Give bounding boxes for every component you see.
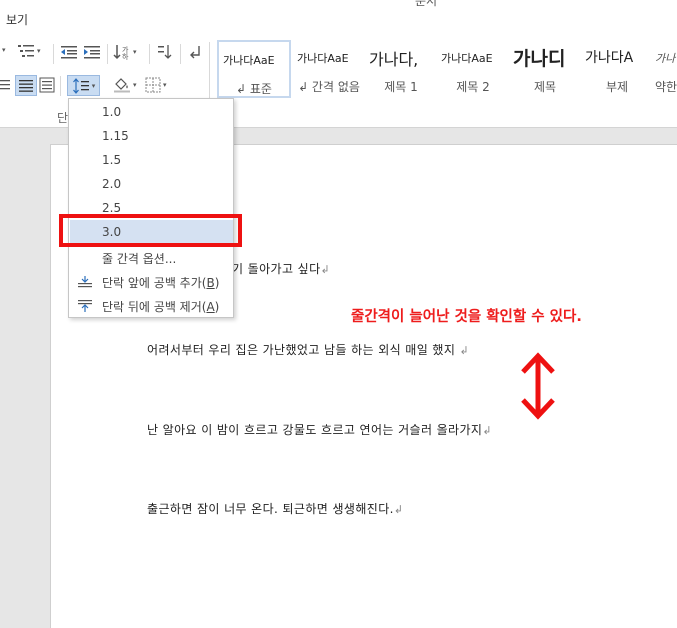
style-name: 제목 2 bbox=[456, 80, 490, 94]
ribbon-separator bbox=[180, 44, 181, 64]
paragraph-mark: ↲ bbox=[459, 344, 470, 357]
ribbon-separator bbox=[53, 44, 54, 64]
character-spacing-button[interactable] bbox=[156, 44, 174, 60]
show-marks-button[interactable] bbox=[188, 44, 202, 60]
menu-item-label: 단락 뒤에 공백 제거(A) bbox=[102, 299, 220, 314]
menu-item-spacing-2-0[interactable]: 2.0 bbox=[70, 172, 233, 196]
style-name: 제목 bbox=[533, 80, 557, 94]
document-line[interactable]: 난 알아요 이 밤이 흐르고 강물도 흐르고 연어는 거슬러 올라가지↲ bbox=[147, 421, 492, 438]
line-spacing-menu: 1.0 1.15 1.5 2.0 2.5 3.0 줄 간격 옵션... 단락 앞… bbox=[68, 98, 234, 318]
document-line[interactable]: 출근하면 잠이 너무 온다. 퇴근하면 생생해진다.↲ bbox=[147, 500, 404, 517]
svg-text:하: 하 bbox=[122, 52, 129, 60]
borders-icon bbox=[145, 77, 161, 93]
increase-indent-button[interactable] bbox=[83, 44, 101, 60]
distributed-align-icon bbox=[39, 77, 55, 93]
tab-view[interactable]: 보기 bbox=[6, 11, 28, 28]
ribbon-separator bbox=[60, 76, 61, 96]
style-subtitle[interactable]: 가나다A 부제 bbox=[581, 40, 653, 98]
style-name: 부제 bbox=[605, 80, 629, 94]
paragraph-mark: ↲ bbox=[482, 424, 492, 437]
document-line[interactable]: 어려서부터 우리 집은 가난했었고 남들 하는 외식 매일 했지 ↲ bbox=[147, 341, 469, 358]
align-center-button[interactable] bbox=[0, 78, 12, 92]
justify-button[interactable] bbox=[15, 75, 37, 96]
access-key: A bbox=[206, 299, 215, 314]
paragraph-mark: ↲ bbox=[393, 503, 404, 516]
menu-item-text: 단락 뒤에 공백 제거 bbox=[102, 299, 202, 314]
menu-item-label: 1.0 bbox=[102, 105, 122, 119]
line-spacing-icon bbox=[72, 77, 89, 94]
document-line-text: 난 알아요 이 밤이 흐르고 강물도 흐르고 연어는 거슬러 올라가지 bbox=[147, 423, 483, 437]
shading-button[interactable]: ▾ bbox=[113, 76, 137, 93]
paint-bucket-icon bbox=[114, 78, 130, 93]
menu-item-spacing-1-5[interactable]: 1.5 bbox=[70, 148, 233, 172]
style-name: 제목 1 bbox=[384, 80, 418, 94]
window-title: 문서 bbox=[415, 0, 438, 8]
paragraph-mark-icon bbox=[190, 46, 200, 59]
style-preview: 가나다AaE bbox=[441, 52, 493, 65]
decrease-indent-button[interactable] bbox=[60, 44, 78, 60]
menu-item-text: 단락 앞에 공백 추가 bbox=[102, 275, 202, 290]
borders-button[interactable]: ▾ bbox=[145, 77, 167, 93]
style-preview: 가나 bbox=[655, 52, 676, 65]
style-preview: 가나다A bbox=[585, 50, 634, 66]
style-preview: 가나다, bbox=[369, 50, 419, 69]
menu-item-add-space-before[interactable]: 단락 앞에 공백 추가(B) bbox=[70, 270, 233, 294]
menu-item-spacing-1-15[interactable]: 1.15 bbox=[70, 124, 233, 148]
menu-item-label: 줄 간격 옵션... bbox=[102, 251, 177, 266]
document-line-text: 기 돌아가고 싶다 bbox=[232, 262, 321, 276]
sort-button[interactable]: 가 하 ▾ bbox=[113, 44, 137, 60]
increase-indent-icon bbox=[84, 46, 100, 59]
menu-item-label: 1.15 bbox=[102, 129, 129, 143]
decrease-indent-icon bbox=[61, 46, 77, 59]
bullets-arrow-button[interactable]: ▾ bbox=[0, 46, 6, 54]
space-after-icon bbox=[78, 300, 92, 312]
ribbon-separator bbox=[149, 44, 150, 64]
menu-item-label: 2.0 bbox=[102, 177, 122, 191]
space-before-icon bbox=[78, 276, 92, 288]
distributed-button[interactable] bbox=[39, 77, 55, 93]
style-name: ↲ 간격 없음 bbox=[298, 80, 360, 94]
menu-item-spacing-1-0[interactable]: 1.0 bbox=[70, 100, 233, 124]
double-arrow-icon bbox=[521, 352, 555, 420]
menu-item-remove-space-after[interactable]: 단락 뒤에 공백 제거(A) bbox=[70, 294, 233, 318]
title-bar: 보기 문서 bbox=[0, 0, 677, 36]
document-line-text: 어려서부터 우리 집은 가난했었고 남들 하는 외식 매일 했지 bbox=[147, 343, 456, 357]
multilevel-list-icon bbox=[18, 45, 34, 57]
styles-gallery: 가나다AaE ↲ 표준 가나다AaE ↲ 간격 없음 가나다, 제목 1 가나다… bbox=[215, 40, 677, 100]
multilevel-list-button[interactable]: ▾ bbox=[17, 43, 41, 59]
style-preview: 가나다AaE bbox=[223, 54, 275, 67]
ribbon-separator bbox=[209, 42, 210, 100]
align-center-icon bbox=[0, 80, 10, 90]
character-spacing-icon bbox=[158, 45, 172, 59]
style-preview: 가나다AaE bbox=[297, 52, 349, 65]
annotation-text: 줄간격이 늘어난 것을 확인할 수 있다. bbox=[351, 309, 582, 325]
menu-item-label: 1.5 bbox=[102, 153, 122, 167]
style-no-spacing[interactable]: 가나다AaE ↲ 간격 없음 bbox=[293, 40, 365, 98]
ribbon-separator bbox=[107, 44, 108, 64]
style-subtle-emphasis[interactable]: 가나 약한 bbox=[651, 40, 677, 98]
justify-icon bbox=[19, 79, 33, 92]
document-line[interactable]: 기 돌아가고 싶다↲ bbox=[232, 260, 330, 277]
menu-item-label: 2.5 bbox=[102, 201, 122, 215]
style-title[interactable]: 가나디 제목 bbox=[509, 40, 581, 98]
style-preview: 가나디 bbox=[513, 48, 566, 70]
menu-item-line-spacing-options[interactable]: 줄 간격 옵션... bbox=[70, 246, 233, 270]
access-key: B bbox=[206, 275, 215, 290]
style-heading-1[interactable]: 가나다, 제목 1 bbox=[365, 40, 437, 98]
document-line-text: 출근하면 잠이 너무 온다. 퇴근하면 생생해진다. bbox=[147, 502, 394, 516]
style-name: 약한 bbox=[655, 80, 677, 94]
style-heading-2[interactable]: 가나다AaE 제목 2 bbox=[437, 40, 509, 98]
style-normal[interactable]: 가나다AaE ↲ 표준 bbox=[217, 40, 291, 98]
sort-icon: 가 하 bbox=[113, 45, 129, 60]
paragraph-mark: ↲ bbox=[320, 263, 331, 276]
style-name: ↲ 표준 bbox=[236, 82, 272, 96]
highlight-box bbox=[59, 214, 242, 247]
menu-item-label: 단락 앞에 공백 추가(B) bbox=[102, 275, 220, 290]
line-spacing-button[interactable]: ▾ bbox=[67, 75, 100, 96]
